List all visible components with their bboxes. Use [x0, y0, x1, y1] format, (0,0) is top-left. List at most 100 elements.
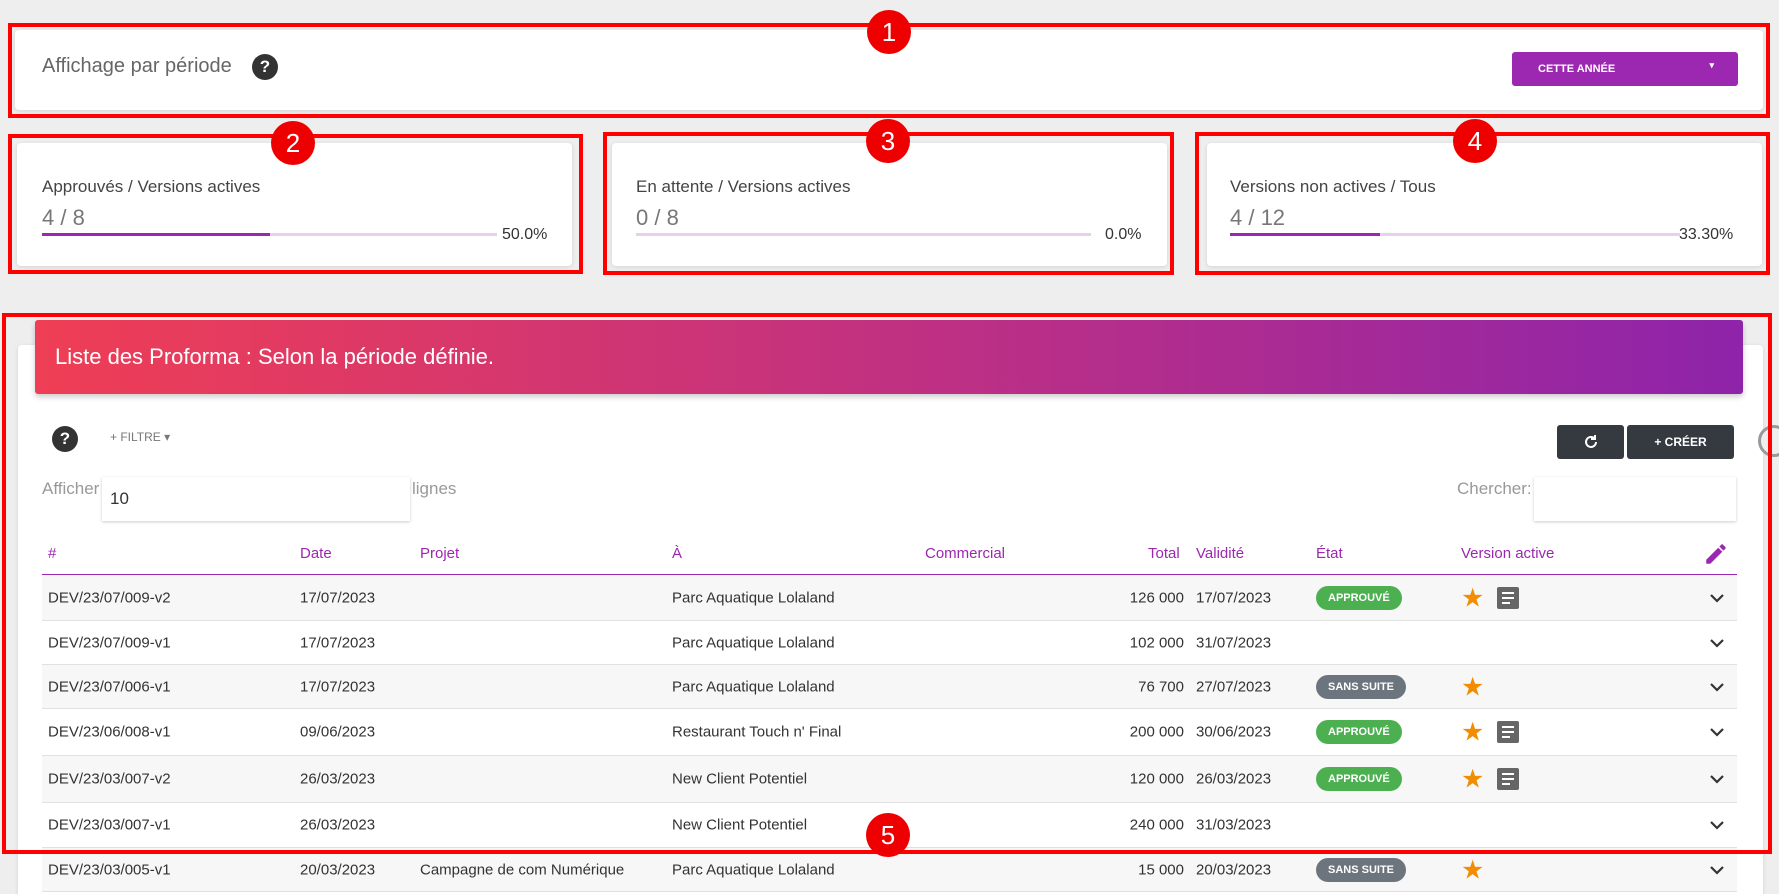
cell-total: 200 000 — [1129, 723, 1184, 741]
column-header-state[interactable]: État — [1316, 545, 1343, 562]
status-badge: APPROUVÉ — [1316, 585, 1402, 610]
edit-columns-icon[interactable] — [1703, 541, 1729, 567]
cell-date: 26/03/2023 — [300, 816, 376, 834]
stat-value: 0 / 8 — [636, 205, 679, 230]
period-button-label: CETTE ANNÉE — [1538, 63, 1616, 75]
document-icon[interactable] — [1497, 721, 1519, 743]
table-row[interactable]: DEV/23/03/007-v2 26/03/2023 New Client Pot… — [42, 756, 1737, 803]
cell-client: Parc Aquatique Lolaland — [672, 589, 835, 606]
cell-client: New Client Potentiel — [672, 770, 808, 788]
list-banner: Liste des Proforma : Selon la période dé… — [35, 320, 1743, 394]
search-label: Chercher: — [1457, 479, 1532, 498]
star-icon[interactable]: ★ — [1461, 764, 1484, 795]
star-icon[interactable]: ★ — [1461, 671, 1484, 702]
status-badge: SANS SUITE — [1316, 857, 1407, 882]
table-row[interactable]: DEV/23/07/009-v2 17/07/2023 Parc Aquatique… — [42, 575, 1737, 621]
help-icon[interactable]: ? — [52, 426, 78, 452]
document-icon[interactable] — [1497, 586, 1519, 609]
progress-fill — [42, 233, 270, 236]
lines-label: lignes — [412, 479, 457, 498]
filter-button[interactable]: + FILTRE ▾ — [110, 430, 170, 444]
column-header-date[interactable]: Date — [300, 545, 332, 562]
cell-validity: 26/03/2023 — [1196, 770, 1272, 788]
create-button[interactable]: + CRÉER — [1627, 425, 1734, 459]
stat-percent: 50.0% — [502, 226, 548, 243]
refresh-icon — [1584, 435, 1597, 448]
cell-id: DEV/23/03/005-v1 — [48, 861, 171, 878]
column-header-validity[interactable]: Validité — [1196, 545, 1244, 562]
status-badge: APPROUVÉ — [1316, 767, 1402, 791]
column-header-client[interactable]: À — [672, 545, 682, 562]
cell-client: Parc Aquatique Lolaland — [672, 861, 835, 878]
progress-bar — [636, 233, 1091, 236]
list-banner-title: Liste des Proforma : Selon la période dé… — [55, 344, 495, 369]
help-icon[interactable]: ? — [252, 54, 278, 80]
annotation-marker-2: 2 — [271, 121, 315, 165]
show-label: Afficher — [42, 479, 100, 498]
cell-total: 102 000 — [1129, 634, 1184, 651]
column-header-active-version[interactable]: Version active — [1461, 545, 1554, 562]
chevron-down-icon[interactable] — [1707, 677, 1727, 697]
cell-validity: 30/06/2023 — [1196, 723, 1272, 741]
stat-value: 4 / 8 — [42, 205, 85, 230]
period-select-button[interactable]: CETTE ANNÉE ▾ — [1512, 52, 1738, 86]
chevron-down-icon: ▾ — [1709, 60, 1714, 70]
stat-title: En attente / Versions actives — [636, 177, 851, 196]
refresh-button[interactable] — [1557, 425, 1624, 459]
column-header-total[interactable]: Total — [1148, 545, 1180, 562]
table-row[interactable]: DEV/23/07/006-v1 17/07/2023 Parc Aquatique… — [42, 665, 1737, 709]
annotation-marker-1: 1 — [867, 10, 911, 54]
search-input[interactable] — [1534, 477, 1736, 521]
cell-date: 17/07/2023 — [300, 589, 376, 606]
annotation-marker-5: 5 — [866, 813, 910, 857]
cell-date: 09/06/2023 — [300, 723, 376, 741]
cell-client: New Client Potentiel — [672, 816, 808, 834]
cell-id: DEV/23/07/006-v1 — [48, 678, 171, 695]
cell-validity: 17/07/2023 — [1196, 589, 1272, 606]
star-icon[interactable]: ★ — [1461, 717, 1484, 748]
chevron-down-icon[interactable] — [1707, 769, 1727, 789]
stat-value: 4 / 12 — [1230, 205, 1286, 230]
column-header-commercial[interactable]: Commercial — [925, 545, 1005, 562]
chevron-down-icon[interactable] — [1707, 860, 1727, 880]
progress-bar — [1230, 233, 1680, 236]
period-label: Affichage par période — [42, 55, 232, 77]
cell-client: Restaurant Touch n' Final — [672, 723, 842, 741]
cell-total: 120 000 — [1129, 770, 1184, 788]
cell-id: DEV/23/07/009-v2 — [48, 589, 171, 606]
cell-id: DEV/23/06/008-v1 — [48, 723, 171, 741]
table-row[interactable]: DEV/23/07/009-v1 17/07/2023 Parc Aquatique… — [42, 621, 1737, 665]
chevron-down-icon[interactable] — [1707, 588, 1727, 608]
cell-id: DEV/23/03/007-v1 — [48, 816, 171, 834]
star-icon[interactable]: ★ — [1461, 582, 1484, 613]
page-length-select[interactable]: 10 — [102, 477, 410, 521]
chevron-down-icon[interactable] — [1707, 815, 1727, 835]
progress-bar — [42, 233, 497, 236]
stat-title: Approuvés / Versions actives — [42, 177, 261, 196]
cell-total: 15 000 — [1138, 861, 1184, 878]
table-row[interactable]: DEV/23/06/008-v1 09/06/2023 Restaurant Tou… — [42, 709, 1737, 756]
cell-client: Parc Aquatique Lolaland — [672, 634, 835, 651]
progress-fill — [1230, 233, 1380, 236]
stat-card-inactive — [1207, 143, 1762, 266]
cell-validity: 31/07/2023 — [1196, 634, 1272, 651]
stat-title: Versions non actives / Tous — [1230, 177, 1436, 196]
star-icon[interactable]: ★ — [1461, 854, 1484, 885]
cell-date: 20/03/2023 — [300, 861, 376, 878]
column-header-project[interactable]: Projet — [420, 545, 459, 562]
cell-total: 126 000 — [1129, 589, 1184, 606]
chevron-down-icon[interactable] — [1707, 722, 1727, 742]
chevron-down-icon[interactable] — [1707, 633, 1727, 653]
cell-project: Campagne de com Numérique — [420, 861, 625, 878]
cell-date: 17/07/2023 — [300, 678, 376, 695]
status-badge: APPROUVÉ — [1316, 720, 1402, 744]
document-icon[interactable] — [1497, 768, 1519, 790]
cell-client: Parc Aquatique Lolaland — [672, 678, 835, 695]
cell-validity: 20/03/2023 — [1196, 861, 1272, 878]
cell-total: 76 700 — [1138, 678, 1184, 695]
column-header-id[interactable]: # — [48, 545, 56, 562]
status-badge: SANS SUITE — [1316, 674, 1407, 699]
annotation-marker-4: 4 — [1453, 119, 1497, 163]
cell-validity: 31/03/2023 — [1196, 816, 1272, 834]
cell-validity: 27/07/2023 — [1196, 678, 1272, 695]
